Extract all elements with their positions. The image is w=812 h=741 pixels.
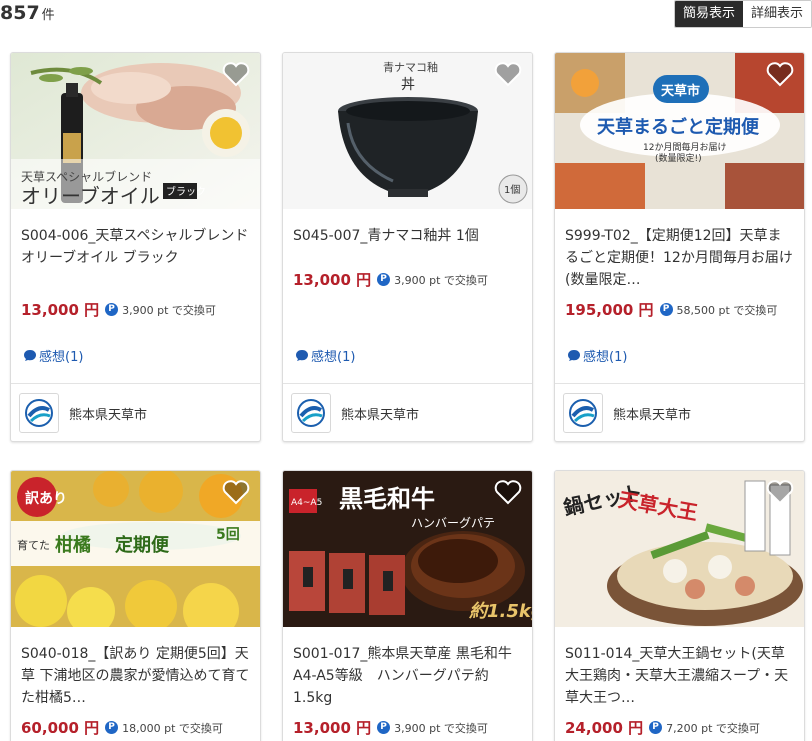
product-price: 60,000 円 [21, 719, 100, 737]
result-count: 857 件 [0, 2, 55, 24]
point-icon: P [659, 303, 673, 316]
point-text: 3,900 pt で交換可 [122, 303, 216, 317]
heart-icon[interactable] [494, 479, 522, 505]
product-image[interactable]: 鍋セット 天草大王 [555, 471, 804, 627]
simple-view-button[interactable]: 簡易表示 [674, 1, 743, 27]
heart-icon[interactable] [494, 61, 522, 87]
heart-icon[interactable] [766, 61, 794, 87]
product-image[interactable]: 天草スペシャルブレンド オリーブオイル ブラック [11, 53, 260, 209]
image-caption-weight: 約1.5kg [469, 601, 532, 622]
divider [11, 383, 260, 384]
image-caption-large: 柑橘 [55, 534, 91, 556]
amakusa-city-logo [563, 393, 603, 433]
image-caption-small: 天草スペシャルブレンド [21, 169, 152, 184]
municipality-name[interactable]: 熊本県天草市 [69, 404, 147, 423]
product-title[interactable]: S999-T02_【定期便12回】天草まるごと定期便！12か月間毎月お届け(数量… [565, 225, 794, 291]
product-image[interactable]: A4~A5 黒毛和牛 ハンバーグパテ 約1.5kg [283, 471, 532, 627]
speech-bubble-icon [24, 350, 36, 361]
divider [555, 383, 804, 384]
review-link[interactable]: 感想(1) [23, 346, 83, 365]
result-count-number: 857 [0, 2, 40, 24]
image-caption-sub1: 12か月間毎月お届け [643, 141, 726, 153]
result-count-unit: 件 [41, 8, 55, 23]
municipality-link[interactable]: 熊本県天草市 [291, 393, 419, 433]
point-text: 3,900 pt で交換可 [394, 273, 488, 287]
point-icon: P [377, 721, 391, 734]
product-title[interactable]: S004-006_天草スペシャルブレンドオリーブオイル ブラック [21, 225, 250, 291]
point-text: 18,000 pt で交換可 [122, 721, 223, 735]
detail-view-button[interactable]: 詳細表示 [742, 1, 811, 27]
image-caption-large: 天草まるごと定期便 [597, 116, 760, 138]
point-icon: P [377, 273, 391, 286]
product-price: 13,000 円 [293, 271, 372, 289]
product-title[interactable]: S011-014_天草大王鍋セット(天草大王鶏肉・天草大王濃縮スープ・天草大王つ… [565, 643, 794, 709]
image-caption-small: 育てた [17, 538, 50, 552]
municipality-name[interactable]: 熊本県天草市 [613, 404, 691, 423]
image-caption-sub: 定期便 [115, 534, 170, 556]
product-title[interactable]: S040-018_【訳あり 定期便5回】天草 下浦地区の農家が愛情込めて育てた柑… [21, 643, 250, 709]
municipality-name[interactable]: 熊本県天草市 [341, 404, 419, 423]
point-text: 3,900 pt で交換可 [394, 721, 488, 735]
product-image[interactable]: 天草市 天草まるごと定期便 12か月間毎月お届け (数量限定!) [555, 53, 804, 209]
product-price: 24,000 円 [565, 719, 644, 737]
heart-icon[interactable] [766, 479, 794, 505]
speech-bubble-icon [296, 350, 308, 361]
amakusa-city-logo [19, 393, 59, 433]
speech-bubble-icon [568, 350, 580, 361]
point-text: 7,200 pt で交換可 [666, 721, 760, 735]
product-card[interactable]: 鍋セット 天草大王 S011-014_天草大王鍋セット(天草大王鶏肉・天草大王濃… [554, 470, 805, 741]
image-caption-grade: A4~A5 [291, 498, 322, 508]
image-caption-large: 丼 [401, 77, 415, 93]
product-title[interactable]: S001-017_熊本県天草産 黒毛和牛A4-A5等級 ハンバーグパテ約1.5k… [293, 643, 522, 709]
review-link[interactable]: 感想(1) [295, 346, 355, 365]
point-text: 58,500 pt で交換可 [676, 303, 778, 317]
product-card[interactable]: 訳あり 育てた 柑橘 定期便 5回 S040-018_【訳あり 定期便5回】天草… [10, 470, 261, 741]
image-caption-badge: ブラック [166, 185, 206, 198]
image-caption-count: 5回 [216, 527, 240, 543]
review-count[interactable]: 感想(1) [311, 346, 355, 365]
municipality-link[interactable]: 熊本県天草市 [19, 393, 147, 433]
municipality-link[interactable]: 熊本県天草市 [563, 393, 691, 433]
image-caption-badge: 訳あり [25, 490, 67, 507]
product-price: 13,000 円 [293, 719, 372, 737]
product-price: 13,000 円 [21, 301, 100, 319]
product-card[interactable]: 天草スペシャルブレンド オリーブオイル ブラック S004-006_天草スペシャ… [10, 52, 261, 442]
point-icon: P [105, 721, 119, 734]
product-image[interactable]: 訳あり 育てた 柑橘 定期便 5回 [11, 471, 260, 627]
image-caption-sub2: (数量限定!) [655, 152, 702, 164]
image-caption-small: 青ナマコ釉 [383, 60, 438, 74]
product-card[interactable]: 天草市 天草まるごと定期便 12か月間毎月お届け (数量限定!) S999-T0… [554, 52, 805, 442]
product-card[interactable]: 青ナマコ釉 丼 1個 S045-007_青ナマコ釉丼 1個 13,000 円 P… [282, 52, 533, 442]
review-count[interactable]: 感想(1) [583, 346, 627, 365]
point-icon: P [649, 721, 663, 734]
product-card[interactable]: A4~A5 黒毛和牛 ハンバーグパテ 約1.5kg S001-017_熊本県天草… [282, 470, 533, 741]
amakusa-city-logo [291, 393, 331, 433]
divider [283, 383, 532, 384]
image-caption-large: オリーブオイル [21, 184, 160, 208]
point-icon: P [105, 303, 119, 316]
review-link[interactable]: 感想(1) [567, 346, 627, 365]
heart-icon[interactable] [222, 479, 250, 505]
heart-icon[interactable] [222, 61, 250, 87]
view-toggle: 簡易表示 詳細表示 [673, 0, 812, 28]
product-image[interactable]: 青ナマコ釉 丼 1個 [283, 53, 532, 209]
image-caption-large: 黒毛和牛 [339, 484, 435, 513]
product-price: 195,000 円 [565, 301, 654, 319]
image-caption-sub: ハンバーグパテ [411, 516, 495, 530]
results-header: 857 件 簡易表示 詳細表示 [0, 0, 812, 28]
image-caption-badge: 1個 [504, 183, 520, 196]
review-count[interactable]: 感想(1) [39, 346, 83, 365]
image-caption-logo: 天草市 [661, 83, 700, 99]
